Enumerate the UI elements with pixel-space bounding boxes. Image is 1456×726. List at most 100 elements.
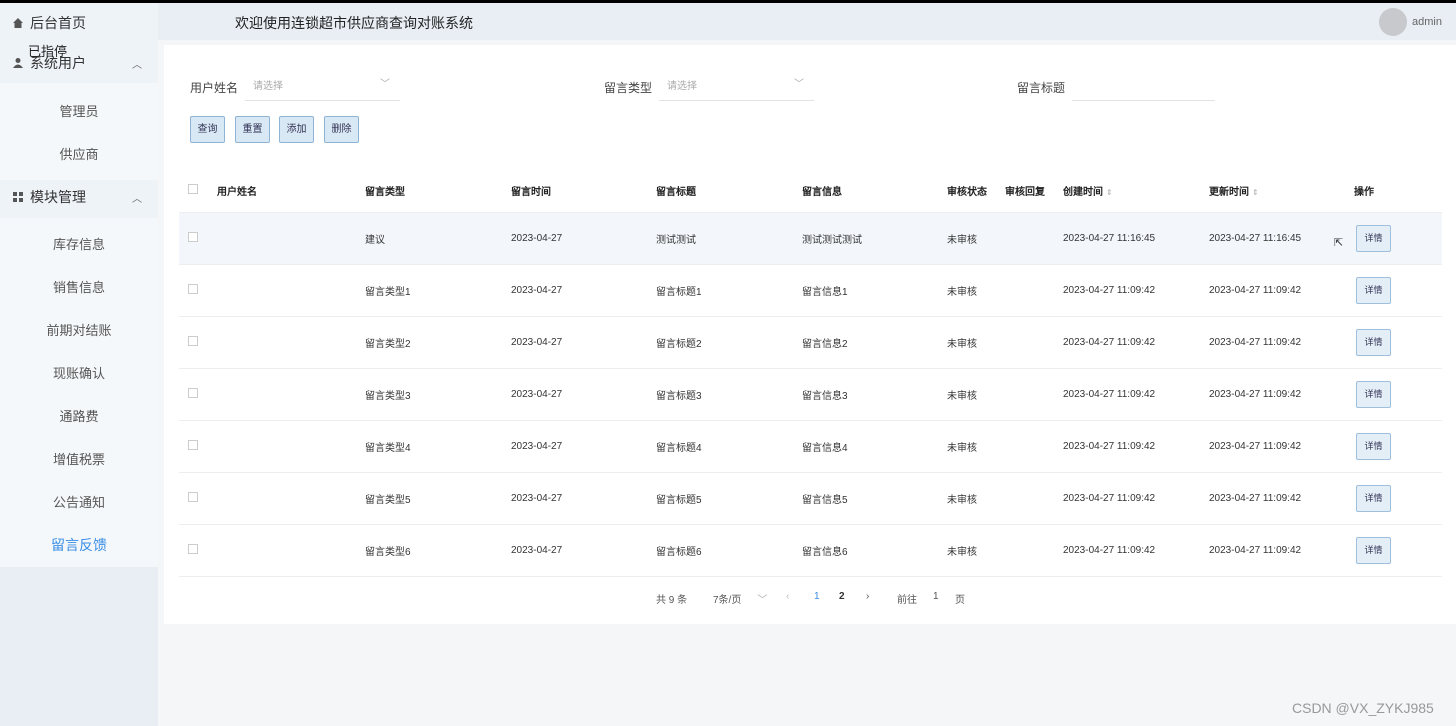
col-header-reply: 审核回复 <box>1005 170 1063 213</box>
cell-info: 留言信息4 <box>802 420 947 473</box>
watermark: CSDN @VX_ZYKJ985 <box>1292 700 1434 716</box>
cell-reply <box>1005 212 1063 265</box>
row-checkbox[interactable] <box>188 543 198 554</box>
cell-type: 留言类型6 <box>365 524 511 577</box>
sort-icon[interactable]: ⇕ <box>1252 188 1259 197</box>
cell-updated: 2023-04-27 11:09:42 <box>1209 420 1354 473</box>
sidebar-item-notice[interactable]: 公告通知 <box>0 492 158 511</box>
detail-button[interactable]: 详情 <box>1356 432 1391 460</box>
page-1-button[interactable]: 1 <box>814 591 820 602</box>
cell-title: 留言标题6 <box>656 524 802 577</box>
submenu-system-users <box>0 83 158 180</box>
username-label[interactable]: admin <box>1412 16 1442 28</box>
sidebar-item-feedback[interactable]: 留言反馈 <box>0 535 158 555</box>
cell-info: 留言信息6 <box>802 524 947 577</box>
cell-updated: 2023-04-27 11:09:42 <box>1209 368 1354 421</box>
cell-info: 留言信息2 <box>802 316 947 369</box>
cell-info: 测试测试测试 <box>802 212 947 265</box>
cell-status: 未审核 <box>947 524 1005 577</box>
type-select-placeholder: 请选择 <box>667 81 697 92</box>
cell-type: 留言类型2 <box>365 316 511 369</box>
cell-info: 留言信息5 <box>802 472 947 525</box>
row-checkbox[interactable] <box>188 387 198 398</box>
col-header-info: 留言信息 <box>802 170 947 213</box>
cell-updated: 2023-04-27 11:09:42 <box>1209 264 1354 317</box>
sidebar-group-system-users[interactable]: 系统用户 ︿ <box>12 52 152 74</box>
sidebar-item-channel-fee[interactable]: 通路费 <box>0 406 158 425</box>
sidebar-item-prior-settlement[interactable]: 前期对结账 <box>0 320 158 339</box>
sidebar-item-admin[interactable]: 管理员 <box>0 101 158 120</box>
goto-suffix: 页 <box>955 595 965 606</box>
col-header-username: 用户姓名 <box>217 170 365 213</box>
cell-created: 2023-04-27 11:09:42 <box>1063 264 1209 317</box>
row-checkbox[interactable] <box>188 283 198 294</box>
cell-user <box>217 524 365 577</box>
cell-user <box>217 212 365 265</box>
detail-button[interactable]: 详情 <box>1356 536 1391 564</box>
sidebar-item-current-confirm[interactable]: 现账确认 <box>0 363 158 382</box>
query-button[interactable]: 查询 <box>190 116 225 143</box>
table-row: 留言类型1 2023-04-27 留言标题1 留言信息1 未审核 2023-04-27 1… <box>179 264 1442 317</box>
prev-page-icon[interactable]: ‹ <box>786 591 789 602</box>
cell-created: 2023-04-27 11:09:42 <box>1063 472 1209 525</box>
cell-reply <box>1005 524 1063 577</box>
detail-button[interactable]: 详情 <box>1356 380 1391 408</box>
type-select[interactable]: 请选择 ﹀ <box>659 69 814 101</box>
col-header-created[interactable]: 创建时间 ⇕ <box>1063 170 1209 213</box>
sidebar-home-label: 后台首页 <box>30 15 86 31</box>
col-header-updated[interactable]: 更新时间 ⇕ <box>1209 170 1354 213</box>
avatar[interactable] <box>1379 8 1407 36</box>
username-select[interactable]: 请选择 ﹀ <box>245 69 400 101</box>
table-row: 留言类型3 2023-04-27 留言标题3 留言信息3 未审核 2023-04-27 1… <box>179 368 1442 421</box>
cell-type: 留言类型1 <box>365 264 511 317</box>
sidebar-item-inventory[interactable]: 库存信息 <box>0 234 158 253</box>
sidebar: 后台首页 已指停 系统用户 ︿ 管理员 供应商 模块管理 ︿ 库存信息 销售信息… <box>0 3 158 726</box>
sidebar-item-sales[interactable]: 销售信息 <box>0 277 158 296</box>
page-size-select[interactable]: 7条/页 ﹀ <box>713 591 767 606</box>
cell-status: 未审核 <box>947 316 1005 369</box>
detail-button[interactable]: 详情 <box>1356 276 1391 304</box>
cell-updated: 2023-04-27 11:09:42 <box>1209 316 1354 369</box>
cell-status: 未审核 <box>947 420 1005 473</box>
select-all-checkbox[interactable] <box>188 184 198 195</box>
cell-title: 留言标题1 <box>656 264 802 317</box>
next-page-icon[interactable]: › <box>866 591 869 602</box>
cell-time: 2023-04-27 <box>511 316 656 369</box>
page-2-button[interactable]: 2 <box>839 591 845 602</box>
col-header-created-label: 创建时间 <box>1063 187 1103 199</box>
sort-icon[interactable]: ⇕ <box>1106 188 1113 197</box>
title-input[interactable] <box>1072 69 1215 101</box>
table-row: 留言类型5 2023-04-27 留言标题5 留言信息5 未审核 2023-04-27 1… <box>179 472 1442 525</box>
sidebar-item-home[interactable]: 后台首页 <box>12 12 86 34</box>
cell-reply <box>1005 264 1063 317</box>
add-button[interactable]: 添加 <box>279 116 314 143</box>
detail-button[interactable]: 详情 <box>1356 328 1391 356</box>
col-header-title: 留言标题 <box>656 170 802 213</box>
cell-reply <box>1005 472 1063 525</box>
detail-button[interactable]: 详情 <box>1356 484 1391 512</box>
cell-status: 未审核 <box>947 368 1005 421</box>
table-row: 留言类型4 2023-04-27 留言标题4 留言信息4 未审核 2023-04-27 1… <box>179 420 1442 473</box>
row-checkbox[interactable] <box>188 335 198 346</box>
sidebar-group-modules[interactable]: 模块管理 ︿ <box>12 186 152 208</box>
sidebar-item-vat-invoice[interactable]: 增值税票 <box>0 449 158 468</box>
row-checkbox[interactable] <box>188 231 198 242</box>
cell-type: 建议 <box>365 212 511 265</box>
goto-page-input[interactable]: 1 <box>933 591 939 602</box>
cell-title: 留言标题5 <box>656 472 802 525</box>
cell-time: 2023-04-27 <box>511 472 656 525</box>
reset-button[interactable]: 重置 <box>235 116 270 143</box>
cell-type: 留言类型3 <box>365 368 511 421</box>
row-checkbox[interactable] <box>188 491 198 502</box>
delete-button[interactable]: 删除 <box>324 116 359 143</box>
cell-status: 未审核 <box>947 472 1005 525</box>
cell-reply <box>1005 316 1063 369</box>
table-header-row: 用户姓名 留言类型 留言时间 留言标题 留言信息 审核状态 审核回复 创建时间 ⇕… <box>179 170 1442 213</box>
cell-created: 2023-04-27 11:09:42 <box>1063 316 1209 369</box>
detail-button[interactable]: 详情 <box>1356 224 1391 252</box>
home-icon <box>13 18 23 28</box>
cell-reply <box>1005 420 1063 473</box>
sidebar-item-supplier[interactable]: 供应商 <box>0 144 158 163</box>
table-row: 留言类型6 2023-04-27 留言标题6 留言信息6 未审核 2023-04-27 1… <box>179 524 1442 577</box>
row-checkbox[interactable] <box>188 439 198 450</box>
